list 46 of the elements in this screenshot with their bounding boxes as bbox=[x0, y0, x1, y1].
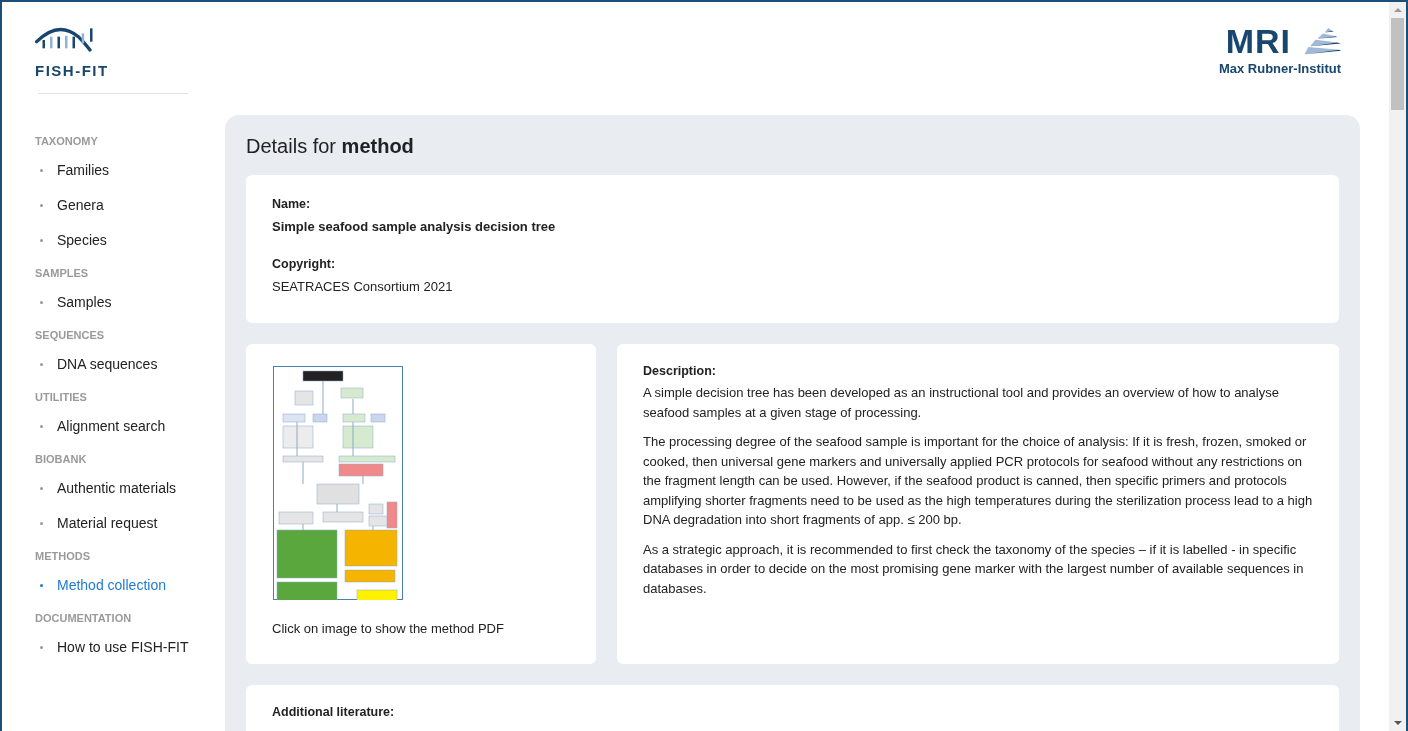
description-paragraph: The processing degree of the seafood sample is important for the choice of analysis: If it is fresh, frozen, smoked or cooked, then universal gene markers and universally applied PCR protocols for seafood without any restrictions on the fragment length can be used. However, if the seafood product is canned, then specific primers and protocols amplifying shorter fragments need to be used as the high temperatures during the sterilization process lead to a high DNA degradation into short fragments of app. ≤ 200 bp. bbox=[643, 433, 1313, 529]
field-label: Description: bbox=[643, 364, 717, 378]
bullet-icon bbox=[40, 645, 43, 649]
flowchart-drawing[interactable] bbox=[272, 366, 404, 600]
sidebar-item[interactable]: Method collection bbox=[38, 577, 225, 593]
scrollbar-thumb[interactable] bbox=[1391, 18, 1404, 110]
scroll-down-icon[interactable] bbox=[1393, 720, 1402, 726]
field-label: Name: bbox=[272, 197, 312, 211]
bullet-icon bbox=[40, 168, 43, 172]
scrollbar[interactable] bbox=[1389, 2, 1406, 731]
scroll-up-icon[interactable] bbox=[1393, 7, 1402, 13]
sidebar-item[interactable]: Authentic materials bbox=[38, 480, 225, 496]
description-paragraph: As a strategic approach, it is recommended to first check the taxonomy of the species – if it is labelled - in specific databases in order to decide on the most promising gene marker with the largest number of available sequences in databases. bbox=[643, 540, 1305, 598]
sidebar-section-heading: DOCUMENTATION bbox=[35, 612, 133, 626]
sidebar-item[interactable]: Material request bbox=[38, 515, 225, 531]
bullet-icon bbox=[40, 521, 43, 525]
sidebar-section-heading: SEQUENCES bbox=[35, 329, 106, 343]
sidebar-section-heading: TAXONOMY bbox=[35, 135, 99, 149]
logo-text: FISH-FIT bbox=[35, 62, 110, 79]
bullet-icon bbox=[40, 424, 43, 428]
sidebar-section-heading: SAMPLES bbox=[35, 267, 90, 281]
partner-logo-name: Max Rubner-Institut bbox=[1218, 61, 1341, 76]
partner-logo-text: MRI bbox=[1225, 24, 1291, 58]
bullet-icon bbox=[40, 583, 43, 587]
bullet-icon bbox=[40, 203, 43, 207]
sidebar-item[interactable]: Samples bbox=[38, 294, 225, 310]
sidebar-item[interactable]: How to use FISH-FIT bbox=[38, 639, 225, 655]
bullet-icon bbox=[40, 300, 43, 304]
sidebar-item[interactable]: Families bbox=[38, 162, 225, 178]
sidebar-item[interactable]: DNA sequences bbox=[38, 356, 225, 372]
image-caption: Click on image to show the method PDF bbox=[272, 621, 505, 636]
page-title: Details for method bbox=[246, 135, 415, 158]
sidebar-item[interactable]: Genera bbox=[38, 197, 225, 213]
sidebar-section-heading: METHODS bbox=[35, 550, 91, 564]
bullet-icon bbox=[40, 486, 43, 490]
field-value: SEATRACES Consortium 2021 bbox=[272, 279, 454, 294]
description-paragraph: A simple decision tree has been developed as an instructional tool and provides an overview of how to analyse seafood samples at a given stage of processing. bbox=[643, 384, 1280, 422]
sidebar-item[interactable]: Alignment search bbox=[38, 418, 225, 434]
field-label: Additional literature: bbox=[272, 705, 396, 719]
sidebar-item[interactable]: Species bbox=[38, 232, 225, 248]
field-value: Simple seafood sample analysis decision tree bbox=[272, 219, 557, 234]
sidebar-section-heading: UTILITIES bbox=[35, 391, 88, 405]
bullet-icon bbox=[40, 362, 43, 366]
sidebar-section-heading: BIOBANK bbox=[35, 453, 88, 467]
field-label: Copyright: bbox=[272, 257, 337, 271]
bullet-icon bbox=[40, 238, 43, 242]
